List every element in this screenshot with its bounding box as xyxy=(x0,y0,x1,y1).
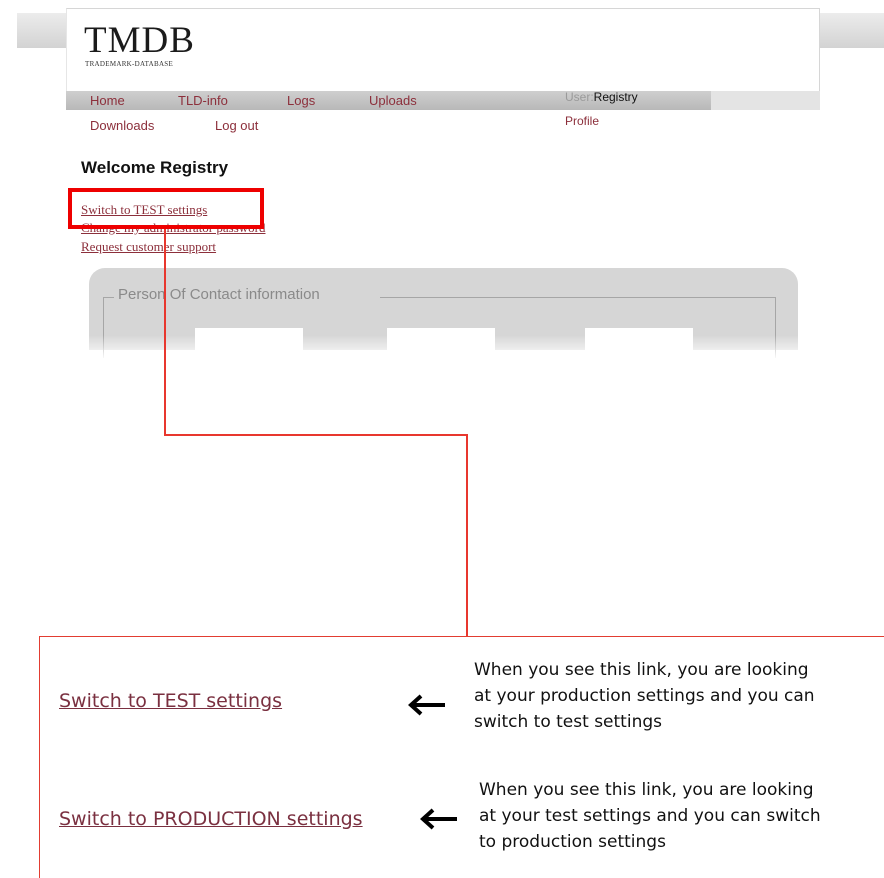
nav-tld-info[interactable]: TLD-info xyxy=(178,93,228,108)
production-explanation-line: at your test settings and you can switch xyxy=(479,806,821,826)
nav-home[interactable]: Home xyxy=(90,93,125,108)
panel-legend: Person Of Contact information xyxy=(117,286,321,303)
test-explanation-line: switch to test settings xyxy=(474,712,662,732)
test-explanation-line: When you see this link, you are looking xyxy=(474,660,809,680)
test-explanation: When you see this link, you are looking … xyxy=(474,657,864,735)
zoom-switch-to-production-link[interactable]: Switch to PRODUCTION settings xyxy=(59,808,363,830)
user-indicator: User:Registry xyxy=(565,90,638,104)
welcome-heading: Welcome Registry xyxy=(81,158,229,177)
zoom-switch-to-test-link[interactable]: Switch to TEST settings xyxy=(59,690,282,712)
nav-logout[interactable]: Log out xyxy=(215,118,258,133)
window-bar-left xyxy=(17,13,72,48)
connector-vertical-1 xyxy=(164,229,166,435)
window-bar-right xyxy=(818,13,884,48)
panel-fade xyxy=(89,335,798,360)
arrow-left-icon xyxy=(408,694,445,716)
production-explanation-line: to production settings xyxy=(479,832,666,852)
logo[interactable]: TMDB xyxy=(84,22,195,59)
nav-profile[interactable]: Profile xyxy=(565,114,599,128)
customer-support-link[interactable]: Request customer support xyxy=(81,239,216,255)
production-explanation: When you see this link, you are looking … xyxy=(479,777,869,855)
user-name: Registry xyxy=(593,90,638,104)
production-explanation-line: When you see this link, you are looking xyxy=(479,780,814,800)
arrow-left-icon xyxy=(420,808,457,830)
nav-logs[interactable]: Logs xyxy=(287,93,315,108)
test-explanation-line: at your production settings and you can xyxy=(474,686,815,706)
connector-vertical-2 xyxy=(466,434,468,637)
nav-uploads[interactable]: Uploads xyxy=(369,93,417,108)
connector-horizontal xyxy=(164,434,468,436)
logo-subtitle: TRADEMARK-DATABASE xyxy=(85,60,174,68)
highlight-box xyxy=(68,188,264,229)
user-label: User: xyxy=(565,90,594,104)
nav-downloads[interactable]: Downloads xyxy=(90,118,154,133)
nav-bar-user-area xyxy=(711,91,820,110)
